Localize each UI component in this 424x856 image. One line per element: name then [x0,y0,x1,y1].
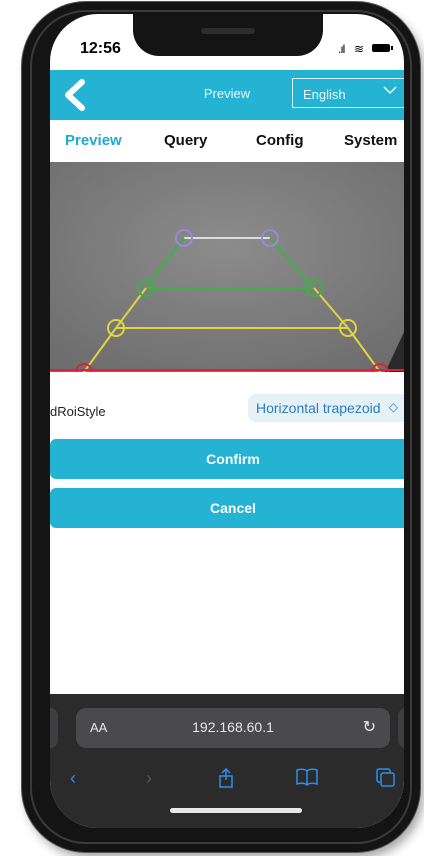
app-navbar: Preview English [50,70,404,120]
bookmarks-icon[interactable] [296,768,318,786]
battery-icon [372,44,393,52]
tab-query[interactable]: Query [164,132,207,149]
address-bar[interactable]: AA 192.168.60.1 ↻ [76,708,390,748]
browser-bar: AA 192.168.60.1 ↻ ‹ › [50,694,404,828]
preview-background [50,162,404,372]
language-select-value: English [303,87,346,102]
previous-tab-peek[interactable] [50,708,58,748]
confirm-button[interactable]: Confirm [50,439,404,479]
roi-style-value: Horizontal trapezoid [256,400,381,416]
tab-system[interactable]: System [344,132,397,149]
chevron-updown-icon: ◇ [388,400,398,414]
roi-overlay [50,162,404,372]
back-icon[interactable]: ‹ [70,768,76,789]
share-icon[interactable] [216,768,236,788]
forward-icon[interactable]: › [146,768,152,789]
home-indicator[interactable] [170,808,302,813]
chevron-down-icon [383,86,397,95]
tab-preview[interactable]: Preview [65,132,122,149]
tab-config[interactable]: Config [256,132,303,149]
roi-style-label: dRoiStyle [50,404,106,419]
speaker-grille [201,28,255,34]
cancel-button[interactable]: Cancel [50,488,404,528]
camera-preview[interactable] [50,162,404,372]
signal-icon: .ıl [338,42,345,56]
roi-style-select[interactable]: Horizontal trapezoid ◇ [248,394,404,422]
tabs-icon[interactable] [376,768,396,788]
notch [133,14,323,56]
language-select[interactable]: English [292,78,404,108]
status-time: 12:56 [80,40,121,57]
next-tab-peek[interactable] [398,708,404,748]
url-text: 192.168.60.1 [192,719,274,735]
phone-screen: 12:56 .ıl ≋ Preview English Preview Quer… [50,14,404,828]
reload-icon[interactable]: ↻ [363,717,376,737]
wifi-icon: ≋ [354,42,365,56]
settings-panel: dRoiStyle Horizontal trapezoid ◇ Confirm… [50,372,404,702]
